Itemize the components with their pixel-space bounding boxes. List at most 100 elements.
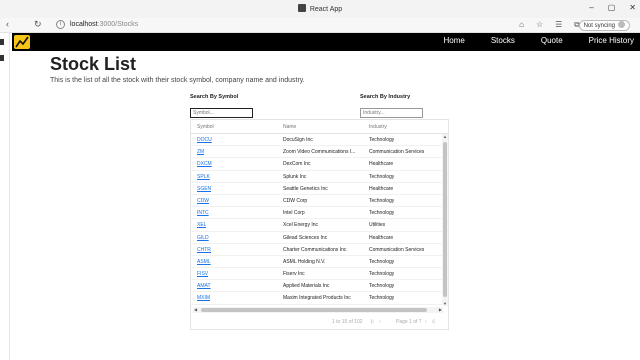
company-name-cell: Fiserv Inc (283, 271, 305, 278)
table-row[interactable]: CHTR Charter Communications Inc Communicat… (191, 244, 443, 256)
symbol-link[interactable]: FISV (197, 271, 208, 277)
company-name-cell: DocuSign Inc (283, 137, 313, 143)
vertical-scrollbar[interactable]: ▲ ▼ (442, 134, 448, 306)
favorite-star-icon[interactable]: ☆ (536, 20, 543, 30)
table-row[interactable]: XEL Xcel Energy Inc Utilities (191, 219, 443, 232)
company-name-cell: DexCom Inc (283, 161, 311, 168)
industry-cell: Healthcare (369, 161, 394, 168)
company-name-cell: Seattle Genetics Inc (283, 185, 328, 192)
scroll-right-icon[interactable]: ▶ (439, 307, 442, 312)
maximize-icon[interactable]: ▢ (608, 3, 616, 12)
company-name-cell: Charter Communications Inc (283, 246, 347, 253)
profile-avatar (618, 21, 625, 28)
scroll-up-icon[interactable]: ▲ (443, 134, 447, 139)
symbol-link[interactable]: XEL (197, 222, 206, 228)
symbol-link[interactable]: DOCU (197, 137, 212, 143)
industry-cell: Technology (369, 210, 395, 217)
symbol-link[interactable]: CHTR (197, 247, 211, 253)
symbol-search-input[interactable] (190, 108, 253, 118)
reader-icon[interactable]: ⌂ (519, 20, 524, 30)
refresh-icon[interactable]: ↻ (34, 19, 42, 30)
pager-page: Page 1 of 7 (396, 319, 422, 325)
symbol-search-label: Search By Symbol (190, 94, 239, 100)
symbol-link[interactable]: INTC (197, 210, 209, 216)
url-field[interactable]: localhost:3000/Stocks (70, 21, 138, 28)
industry-cell: Technology (369, 137, 395, 143)
url-host: localhost (70, 21, 98, 28)
scroll-down-icon[interactable]: ▼ (443, 301, 447, 306)
industry-cell: Healthcare (369, 185, 394, 192)
industry-cell: Technology (369, 197, 395, 204)
nav-link-price-history[interactable]: Price History (589, 36, 634, 45)
column-header-name[interactable]: Name (283, 124, 296, 130)
symbol-link[interactable]: CDW (197, 198, 209, 204)
column-header-symbol[interactable]: Symbol (197, 124, 214, 130)
table-row[interactable]: CDW CDW Corp Technology (191, 195, 443, 208)
table-row[interactable]: ASML ASML Holding N.V. Technology (191, 256, 443, 269)
company-name-cell: Intel Corp (283, 210, 305, 217)
toolbar-icons: ⌂ ☆ ☰ ⧉ (519, 20, 580, 30)
symbol-link[interactable]: SPLK (197, 174, 210, 180)
sync-button[interactable]: Not syncing (578, 20, 630, 31)
react-app-tab-icon (297, 4, 306, 12)
industry-cell: Technology (369, 283, 395, 290)
table-row[interactable]: INTC Intel Corp Technology (191, 207, 443, 220)
symbol-link[interactable]: DXCM (197, 161, 212, 167)
company-name-cell: Xcel Energy Inc (283, 222, 319, 229)
table-row[interactable]: AMAT Applied Materials Inc Technology (191, 280, 443, 293)
company-name-cell: Splunk Inc (283, 173, 307, 180)
table-row[interactable]: SGEN Seattle Genetics Inc Healthcare (191, 183, 443, 195)
industry-cell: Utilities (369, 222, 386, 229)
table-row[interactable]: DXCM DexCom Inc Healthcare (191, 158, 443, 171)
prev-page-icon[interactable]: ‹ (379, 319, 381, 325)
table-row[interactable]: FISV Fiserv Inc Technology (191, 268, 443, 281)
info-icon[interactable]: i (56, 20, 65, 29)
window-controls: – ▢ ✕ (589, 3, 636, 12)
symbol-link[interactable]: AMAT (197, 283, 211, 289)
industry-cell: Communication Services (369, 246, 425, 253)
horizontal-scroll-thumb[interactable] (201, 308, 427, 312)
minimize-icon[interactable]: – (589, 3, 593, 12)
nav-link-quote[interactable]: Quote (541, 36, 563, 45)
industry-cell: Healthcare (369, 234, 394, 241)
table-row[interactable]: MXIM Maxim Integrated Products Inc Technol… (191, 292, 443, 305)
nav-link-home[interactable]: Home (444, 36, 465, 45)
symbol-link[interactable]: MXIM (197, 295, 210, 301)
column-header-industry[interactable]: Industry (369, 124, 387, 130)
url-path: :3000/Stocks (97, 21, 139, 28)
chart-logo-icon[interactable] (14, 35, 30, 49)
industry-search-label: Search By Industry (360, 94, 411, 100)
first-page-icon[interactable]: |‹ (371, 319, 374, 325)
symbol-link[interactable]: ZM (197, 149, 204, 155)
table-row[interactable]: GILD Gilead Sciences Inc Healthcare (191, 232, 443, 244)
edge-mark-icon (0, 55, 4, 61)
back-icon[interactable]: ‹ (6, 19, 9, 29)
address-bar: ‹ ↻ i localhost:3000/Stocks ⌂ ☆ ☰ ⧉ Not … (0, 18, 640, 33)
company-name-cell: Applied Materials Inc (283, 283, 330, 290)
table-row[interactable]: SPLK Splunk Inc Technology (191, 171, 443, 183)
scroll-left-icon[interactable]: ◀ (194, 307, 197, 312)
close-icon[interactable]: ✕ (629, 3, 636, 12)
company-name-cell: Maxim Integrated Products Inc (283, 295, 351, 302)
table-row[interactable]: ZM Zoom Video Communications I... Communic… (191, 146, 443, 159)
horizontal-scrollbar[interactable]: ◀ ▶ (193, 307, 443, 313)
symbol-link[interactable]: SGEN (197, 186, 211, 192)
browser-tab[interactable]: React App (0, 4, 640, 13)
tab-title: React App (309, 6, 343, 13)
table-row[interactable]: DOCU DocuSign Inc Technology (191, 134, 443, 147)
favorites-icon[interactable]: ☰ (555, 20, 562, 30)
last-page-icon[interactable]: ›| (432, 319, 435, 325)
nav-link-stocks[interactable]: Stocks (491, 36, 515, 45)
vertical-scroll-thumb[interactable] (443, 142, 447, 297)
browser-titlebar: React App – ▢ ✕ (0, 0, 640, 18)
industry-search-input[interactable] (360, 108, 423, 118)
symbol-search-group: Search By Symbol (190, 94, 253, 119)
next-page-icon[interactable]: › (425, 319, 427, 325)
app-navbar: Home Stocks Quote Price History (12, 33, 640, 51)
industry-cell: Communication Services (369, 149, 425, 156)
company-name-cell: ASML Holding N.V. (283, 258, 326, 265)
table-header: Symbol Name Industry (191, 120, 448, 134)
pager-count: 1 to 15 of 102 (332, 319, 363, 325)
symbol-link[interactable]: ASML (197, 259, 211, 265)
symbol-link[interactable]: GILD (197, 235, 209, 241)
